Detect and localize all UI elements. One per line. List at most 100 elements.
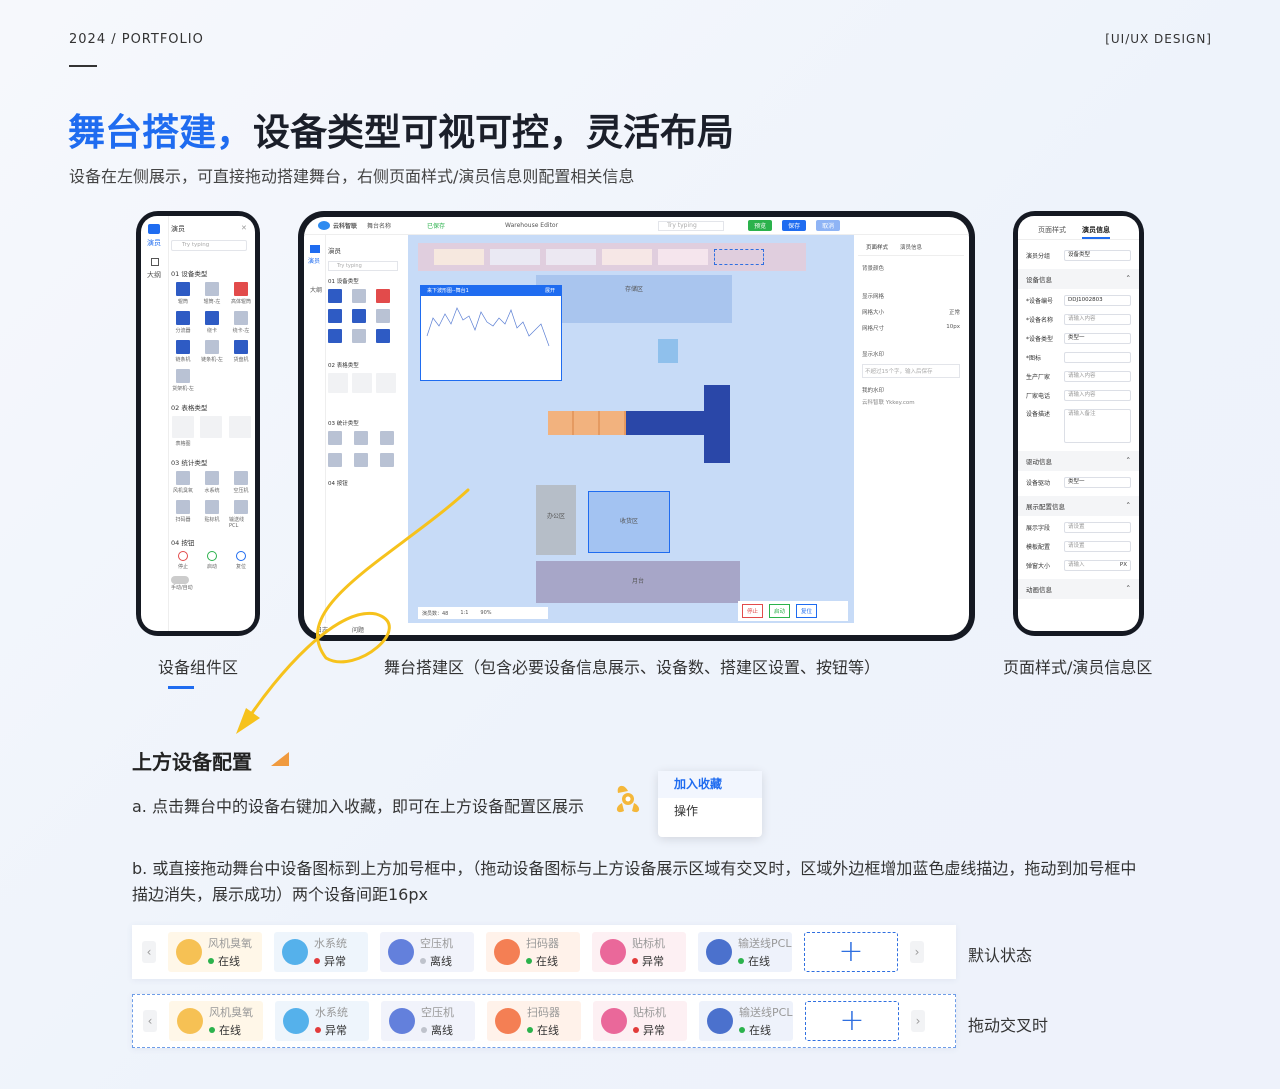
device-card[interactable]: 风机臭氧 在线	[168, 932, 262, 972]
bg-color-row[interactable]: 背景颜色	[858, 256, 964, 280]
group-select[interactable]: 设备类型	[1064, 250, 1131, 261]
preview-button[interactable]: 预览	[748, 220, 773, 231]
compressor-icon[interactable]	[380, 431, 394, 445]
stat-scanner[interactable]: 扫码器	[171, 500, 195, 529]
roller-icon[interactable]	[328, 289, 342, 303]
popup-size-input[interactable]: 请输入 PX	[1064, 560, 1131, 571]
waveform-widget[interactable]: 来下波形图--舞台1 展开	[420, 285, 562, 381]
expand-button[interactable]: 展开	[545, 286, 555, 296]
tel-input[interactable]: 请输入内容	[1064, 390, 1131, 401]
fav-water[interactable]	[490, 249, 540, 265]
device-card-left[interactable]: 绕卡-左	[229, 311, 253, 334]
fav-fan[interactable]	[434, 249, 484, 265]
section-display-config[interactable]: 展示配置信息 ⌃	[1018, 496, 1139, 516]
fav-compressor[interactable]	[546, 249, 596, 265]
conveyor-blue[interactable]	[626, 411, 704, 435]
zone-receive[interactable]: 收货区	[588, 491, 670, 553]
menu-add-favorite[interactable]: 加入收藏	[658, 771, 762, 798]
toolbar-search[interactable]: Try typing	[658, 220, 725, 231]
desc-textarea[interactable]: 请输入备注	[1064, 409, 1131, 443]
stat-water[interactable]: 水系统	[200, 471, 224, 494]
roller-left-icon[interactable]	[352, 289, 366, 303]
table-chart-item[interactable]: 表格图	[171, 416, 195, 447]
device-pallet[interactable]: 货盘机	[229, 340, 253, 363]
device-card[interactable]: 贴标机 异常	[593, 1001, 687, 1041]
close-icon[interactable]: ✕	[241, 224, 247, 232]
dev-name-input[interactable]: 请输入内容	[1064, 314, 1131, 325]
scroll-right-button[interactable]: ›	[910, 941, 924, 963]
menu-operate[interactable]: 操作	[658, 798, 762, 825]
high-roller-icon[interactable]	[376, 289, 390, 303]
device-card[interactable]: 贴标机 异常	[592, 932, 686, 972]
fan-icon[interactable]	[328, 431, 342, 445]
device-marker[interactable]	[658, 339, 678, 363]
scanner-icon[interactable]	[328, 453, 342, 467]
zone-platform[interactable]: 月台	[536, 561, 740, 603]
icon-upload[interactable]	[1064, 352, 1131, 363]
grid-dim-row[interactable]: 网格尺寸 10px	[858, 320, 964, 336]
section-animation[interactable]: 动画信息 ⌃	[1018, 579, 1139, 599]
card-left-icon[interactable]	[376, 309, 390, 323]
pallet-icon[interactable]	[376, 329, 390, 343]
table-icon[interactable]	[328, 373, 348, 393]
btn-stop-item[interactable]: 停止	[171, 551, 195, 570]
card-icon[interactable]	[352, 309, 366, 323]
toggle-switch[interactable]	[171, 576, 189, 584]
dev-type-select[interactable]: 类型一	[1064, 333, 1131, 344]
conveyor-vertical[interactable]	[704, 385, 730, 463]
device-card[interactable]: 水系统 异常	[275, 1001, 369, 1041]
scroll-left-button[interactable]: ‹	[142, 941, 156, 963]
tab-page-style[interactable]: 页面样式	[866, 243, 888, 251]
scroll-right-button[interactable]: ›	[911, 1010, 925, 1032]
device-splitter[interactable]: 分流器	[171, 311, 195, 334]
section-drive-info[interactable]: 驱动信息 ⌃	[1018, 451, 1139, 471]
splitter-icon[interactable]	[328, 309, 342, 323]
watermark-checkbox[interactable]: 显示水印	[858, 336, 964, 362]
save-button[interactable]: 保存	[782, 220, 807, 231]
cancel-button[interactable]: 取消	[816, 220, 841, 231]
fav-add-slot[interactable]	[714, 249, 764, 265]
device-card[interactable]: 风机臭氧 在线	[169, 1001, 263, 1041]
stat-labeler[interactable]: 贴标机	[200, 500, 224, 529]
maker-input[interactable]: 请输入内容	[1064, 371, 1131, 382]
fan-device-icon[interactable]	[608, 781, 648, 817]
tab-actor-info[interactable]: 演员信息	[1082, 225, 1110, 239]
btn-start-item[interactable]: 启动	[200, 551, 224, 570]
search-input[interactable]: Try typing	[171, 240, 247, 251]
field-select[interactable]: 请设置	[1064, 522, 1131, 533]
reset-button[interactable]: 复位	[796, 604, 818, 618]
grid-size-row[interactable]: 网格大小 正常	[858, 304, 964, 320]
device-chain-left[interactable]: 链条机-左	[200, 340, 224, 363]
chain-icon[interactable]	[328, 329, 342, 343]
add-device-slot[interactable]: +	[805, 1001, 899, 1041]
dev-no-select[interactable]: DDJ1002803	[1064, 295, 1131, 306]
water-icon[interactable]	[354, 431, 368, 445]
tab-outline[interactable]: 大纲	[147, 270, 161, 280]
conveyor-orange[interactable]	[548, 411, 626, 435]
device-card[interactable]: 扫码器 在线	[486, 932, 580, 972]
device-card[interactable]: 空压机 离线	[381, 1001, 475, 1041]
fav-scanner[interactable]	[602, 249, 652, 265]
tab-page-style[interactable]: 页面样式	[1038, 225, 1066, 239]
add-device-slot[interactable]: +	[804, 932, 898, 972]
template-select[interactable]: 请设置	[1064, 541, 1131, 552]
device-roller-left[interactable]: 辊筒-左	[200, 282, 224, 305]
device-card[interactable]: 绕卡	[200, 311, 224, 334]
watermark-input[interactable]: 不超过15个字，输入后保存	[862, 364, 960, 378]
drive-select[interactable]: 类型一	[1064, 477, 1131, 488]
zoom-level[interactable]: 90%	[480, 610, 491, 616]
scroll-left-button[interactable]: ‹	[143, 1010, 157, 1032]
device-card[interactable]: 扫码器 在线	[487, 1001, 581, 1041]
device-rack-left[interactable]: 货架机-左	[171, 369, 195, 392]
device-card[interactable]: 输送线PCL 在线	[698, 932, 792, 972]
show-grid-checkbox[interactable]: 显示网格	[858, 280, 964, 304]
device-chain[interactable]: 链条机	[171, 340, 195, 363]
zone-office[interactable]: 办公区	[536, 485, 576, 555]
labeler-icon[interactable]	[354, 453, 368, 467]
chain-left-icon[interactable]	[352, 329, 366, 343]
tab-actor[interactable]: 演员	[147, 238, 161, 248]
device-card[interactable]: 空压机 离线	[380, 932, 474, 972]
fav-labeler[interactable]	[658, 249, 708, 265]
tab-outline[interactable]: 大纲	[310, 285, 322, 294]
section-device-info[interactable]: 设备信息 ⌃	[1018, 269, 1139, 289]
